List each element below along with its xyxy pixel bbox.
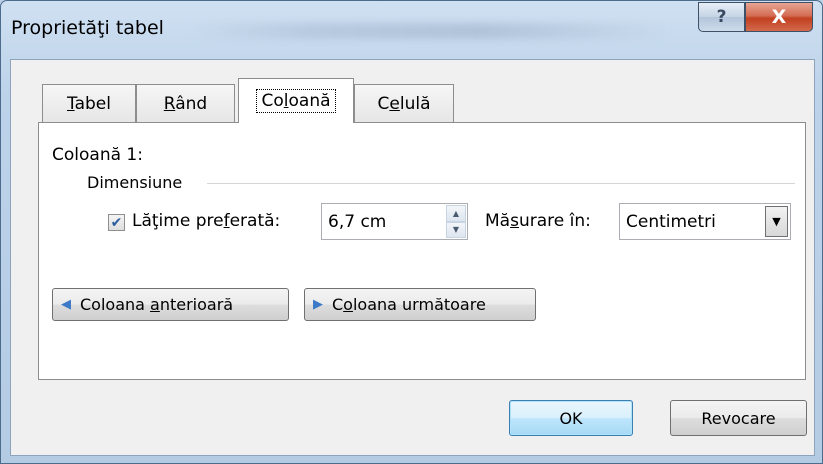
help-icon: ? <box>716 7 727 27</box>
arrow-right-icon: ▶ <box>313 297 323 312</box>
prev-label-pre: Coloana <box>80 295 151 314</box>
prev-label-post: nterioară <box>159 295 234 314</box>
tab-tabel[interactable]: Tabel <box>42 84 136 122</box>
tab-rand-rest: ând <box>175 93 208 114</box>
next-column-button[interactable]: ▶ Coloana următoare <box>304 288 536 321</box>
preferred-width-label-post: erată: <box>229 211 281 231</box>
next-label-mnemonic: o <box>343 295 353 314</box>
tab-celula-post: lulă <box>399 93 431 114</box>
cancel-button[interactable]: Revocare <box>670 400 807 436</box>
previous-column-label: Coloana anterioară <box>80 295 233 314</box>
prev-label-mnemonic: a <box>150 295 160 314</box>
title-bar[interactable]: Proprietăţi tabel ? X <box>1 1 822 59</box>
spin-up-icon[interactable]: ▲ <box>446 205 466 222</box>
preferred-width-label: Lăţime preferată: <box>132 211 280 231</box>
group-divider <box>207 183 795 184</box>
measure-in-value: Centimetri <box>626 212 716 232</box>
preferred-width-value[interactable]: 6,7 cm <box>328 212 386 232</box>
spin-buttons: ▲ ▼ <box>446 205 466 238</box>
preferred-width-label-pre: Lăţime pre <box>132 211 224 231</box>
tab-celula-pre: C <box>377 93 390 114</box>
tab-rand[interactable]: Rând <box>136 84 235 122</box>
tab-coloana[interactable]: Coloană <box>238 78 354 123</box>
measure-in-select[interactable]: Centimetri ▼ <box>619 203 791 240</box>
column-number-label: Coloană 1: <box>52 145 143 165</box>
dialog-title: Proprietăţi tabel <box>11 17 164 39</box>
previous-column-button[interactable]: ◀ Coloana anterioară <box>52 288 289 321</box>
tab-rand-label: Rând <box>164 94 207 114</box>
table-properties-dialog: Proprietăţi tabel ? X Tabel Rând Coloană… <box>0 0 823 464</box>
tab-tabel-rest: abel <box>74 93 111 114</box>
tab-rand-mnemonic: R <box>163 93 176 114</box>
tab-celula-mnemonic: e <box>389 93 400 114</box>
next-label-pre: C <box>332 295 344 314</box>
tab-coloana-pre: Co <box>261 91 284 111</box>
measure-in-label-post: urare în: <box>518 211 591 231</box>
close-button[interactable]: X <box>745 2 813 32</box>
tab-tabel-label: Tabel <box>67 94 111 114</box>
tab-coloana-label: Coloană <box>256 89 336 113</box>
column-tab-page: Coloană 1: Dimensiune ✔ Lăţime preferată… <box>38 122 806 380</box>
measure-in-label: Măsurare în: <box>485 211 591 231</box>
tab-celula-label: Celulă <box>378 94 431 114</box>
title-bar-background-blur <box>191 23 671 39</box>
cancel-button-label: Revocare <box>701 408 776 428</box>
ok-button-label: OK <box>559 408 583 428</box>
preferred-width-spinbox[interactable]: 6,7 cm ▲ ▼ <box>321 203 468 240</box>
help-button[interactable]: ? <box>698 2 745 32</box>
tab-celula[interactable]: Celulă <box>354 84 454 122</box>
preferred-width-checkbox[interactable]: ✔ <box>108 214 125 231</box>
close-icon: X <box>771 6 787 28</box>
next-label-post: loana următoare <box>352 295 486 314</box>
ok-button[interactable]: OK <box>509 400 633 436</box>
dropdown-arrow-icon[interactable]: ▼ <box>765 206 788 237</box>
dialog-body: Tabel Rând Coloană Celulă Coloană 1: Dim… <box>10 59 815 456</box>
dimension-group-label: Dimensiune <box>87 173 183 192</box>
measure-in-label-pre: Mă <box>485 211 511 231</box>
tab-tabel-mnemonic: T <box>67 93 75 114</box>
spin-down-icon[interactable]: ▼ <box>446 221 466 238</box>
tab-coloana-post: oană <box>288 91 331 111</box>
checkmark-icon: ✔ <box>110 214 123 231</box>
arrow-left-icon: ◀ <box>61 297 71 312</box>
next-column-label: Coloana următoare <box>332 295 486 314</box>
measure-in-label-mnemonic: s <box>510 211 519 231</box>
